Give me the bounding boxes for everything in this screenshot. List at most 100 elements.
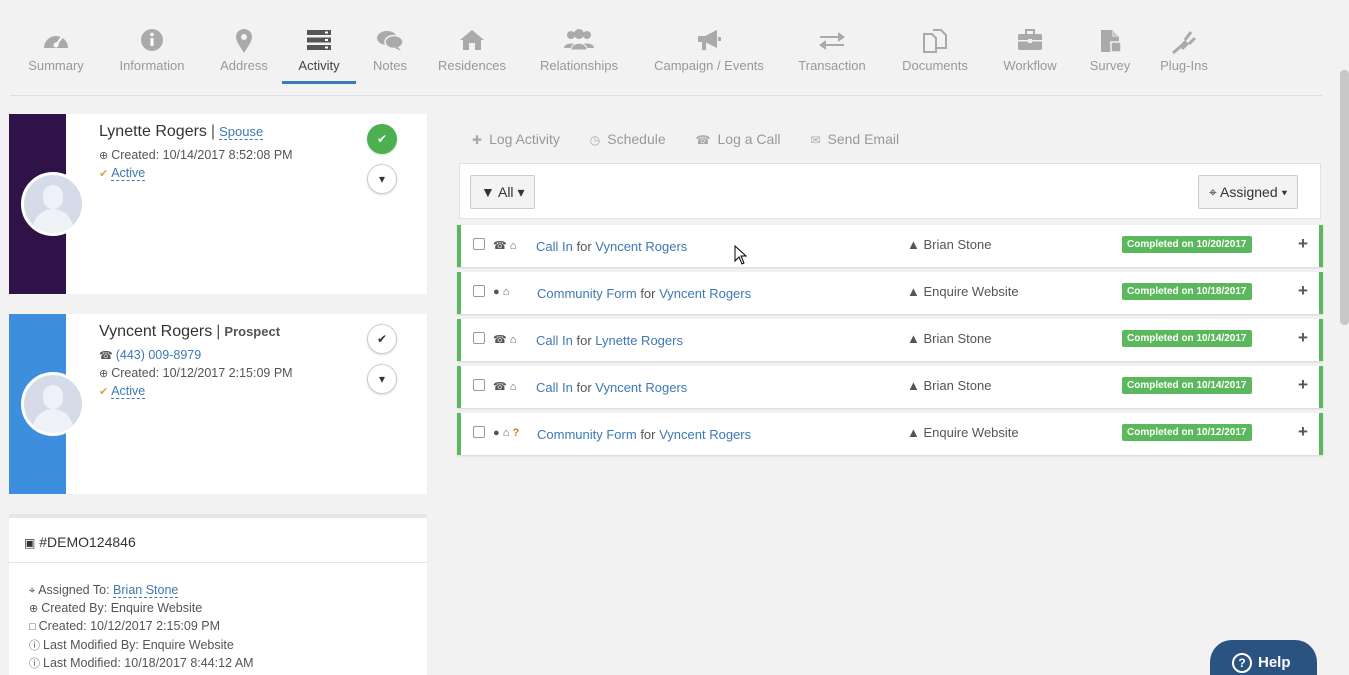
schedule-button[interactable]: ◷ Schedule — [590, 131, 666, 147]
caret-down-icon: ▾ — [378, 172, 386, 186]
question-icon: ? — [512, 427, 520, 439]
status-badge: Completed on 10/18/2017 — [1122, 283, 1252, 300]
tab-address[interactable]: Address — [218, 28, 270, 84]
primary-check-button[interactable]: ✔ — [367, 324, 397, 354]
status-badge: Completed on 10/14/2017 — [1122, 330, 1252, 347]
tab-notes[interactable]: Notes — [368, 28, 412, 84]
activity-actions: ✚ Log Activity ◷ Schedule ☎ Log a Call ✉ Sen… — [472, 131, 925, 147]
table-row[interactable]: ● ⌂ Community Form for Vyncent Rogers ▲ … — [457, 272, 1323, 314]
tab-transaction[interactable]: Transaction — [794, 28, 870, 84]
activity-user: ▲ Enquire Website — [907, 284, 1019, 299]
activity-contact-link[interactable]: Vyncent Rogers — [595, 239, 687, 254]
expand-row-button[interactable]: + — [1298, 422, 1308, 442]
assigned-user-link[interactable]: Brian Stone — [113, 583, 179, 598]
plug-icon — [1156, 28, 1212, 58]
phone-icon: ☎ — [99, 350, 113, 362]
table-row[interactable]: ☎ ⌂ Call In for Lynette Rogers ▲ Brian S… — [457, 319, 1323, 361]
row-type-icons: ☎ ⌂ — [493, 239, 516, 252]
activity-title: Call In for Vyncent Rogers — [536, 380, 688, 395]
contact-name-line: Vyncent Rogers | Prospect — [99, 323, 281, 340]
activity-contact-link[interactable]: Vyncent Rogers — [659, 427, 751, 442]
survey-icon — [1086, 28, 1134, 58]
home-icon: ⌂ — [502, 286, 510, 298]
comments-icon — [368, 28, 412, 58]
crosshairs-icon: ⌖ — [1209, 184, 1217, 200]
tab-summary[interactable]: Summary — [26, 28, 86, 84]
info-icon: ⓘ — [29, 658, 40, 670]
case-created-by: ⊕ Created By: Enquire Website — [29, 601, 203, 615]
tab-relationships[interactable]: Relationships — [536, 28, 622, 84]
log-call-button[interactable]: ☎ Log a Call — [696, 131, 781, 147]
activity-user: ▲ Enquire Website — [907, 425, 1019, 440]
briefcase-icon: ▣ — [24, 536, 36, 550]
filter-all-dropdown[interactable]: ▼ All ▾ — [470, 175, 536, 209]
row-checkbox[interactable] — [473, 332, 485, 344]
table-row[interactable]: ● ⌂ ? Community Form for Vyncent Rogers … — [457, 413, 1323, 455]
activity-type-link[interactable]: Call In — [536, 239, 573, 254]
table-row[interactable]: ☎ ⌂ Call In for Vyncent Rogers ▲ Brian S… — [457, 225, 1323, 267]
exchange-icon — [794, 28, 870, 58]
info-icon — [114, 28, 190, 58]
activity-title: Community Form for Vyncent Rogers — [537, 427, 752, 442]
row-checkbox[interactable] — [473, 426, 485, 438]
activity-contact-link[interactable]: Vyncent Rogers — [659, 286, 751, 301]
caret-down-icon: ▾ — [1281, 184, 1288, 200]
tab-survey[interactable]: Survey — [1086, 28, 1134, 84]
contact-role-link[interactable]: Spouse — [219, 124, 264, 140]
primary-check-button[interactable]: ✔ — [367, 124, 397, 154]
tab-workflow[interactable]: Workflow — [998, 28, 1062, 84]
check-icon: ✔ — [376, 332, 388, 346]
activity-title: Community Form for Vyncent Rogers — [537, 286, 752, 301]
filter-icon: ▼ — [481, 184, 495, 200]
activity-type-link[interactable]: Call In — [536, 380, 573, 395]
phone-link[interactable]: (443) 009-8979 — [116, 348, 201, 362]
row-type-icons: ☎ ⌂ — [493, 380, 516, 393]
activity-contact-link[interactable]: Vyncent Rogers — [595, 380, 687, 395]
tab-activity[interactable]: Activity — [282, 28, 356, 84]
tab-documents[interactable]: Documents — [898, 28, 972, 84]
activity-type-link[interactable]: Call In — [536, 333, 573, 348]
phone-icon: ☎ — [493, 334, 507, 346]
activity-type-link[interactable]: Community Form — [537, 427, 637, 442]
activity-filter-bar: ▼ All ▾ ⌖ Assigned ▾ — [459, 163, 1321, 219]
tab-plug-ins[interactable]: Plug-Ins — [1156, 28, 1212, 84]
table-row[interactable]: ☎ ⌂ Call In for Vyncent Rogers ▲ Brian S… — [457, 366, 1323, 408]
status-badge: Completed on 10/14/2017 — [1122, 377, 1252, 394]
globe-icon: ● — [493, 286, 500, 298]
contact-menu-button[interactable]: ▾ — [367, 364, 397, 394]
plus-circle-icon: ⊕ — [29, 603, 39, 615]
row-checkbox[interactable] — [473, 238, 485, 250]
user-icon: ▲ — [907, 378, 920, 393]
help-button[interactable]: ? Help — [1210, 640, 1317, 675]
contact-menu-button[interactable]: ▾ — [367, 164, 397, 194]
user-icon: ▲ — [907, 284, 920, 299]
case-header: ▣ #DEMO124846 — [9, 518, 427, 563]
status-link[interactable]: Active — [111, 166, 146, 181]
expand-row-button[interactable]: + — [1298, 281, 1308, 301]
avatar — [21, 372, 85, 436]
expand-row-button[interactable]: + — [1298, 328, 1308, 348]
row-checkbox[interactable] — [473, 379, 485, 391]
assigned-dropdown[interactable]: ⌖ Assigned ▾ — [1198, 175, 1299, 209]
row-checkbox[interactable] — [473, 285, 485, 297]
contact-name: Vyncent Rogers — [99, 323, 213, 340]
expand-row-button[interactable]: + — [1298, 234, 1308, 254]
user-icon: ▲ — [907, 425, 920, 440]
tab-residences[interactable]: Residences — [436, 28, 508, 84]
send-email-button[interactable]: ✉ Send Email — [810, 131, 899, 147]
activity-user: ▲ Brian Stone — [907, 331, 992, 346]
bullhorn-icon — [650, 28, 768, 58]
tab-information[interactable]: Information — [114, 28, 190, 84]
activity-type-link[interactable]: Community Form — [537, 286, 637, 301]
contact-name: Lynette Rogers — [99, 123, 207, 140]
expand-row-button[interactable]: + — [1298, 375, 1308, 395]
log-activity-button[interactable]: ✚ Log Activity — [472, 131, 560, 147]
caret-down-icon: ▾ — [517, 184, 525, 200]
contact-created: ⊕ Created: 10/12/2017 2:15:09 PM — [99, 366, 293, 380]
tab-campaign-events[interactable]: Campaign / Events — [650, 28, 768, 84]
page-scrollbar[interactable] — [1340, 70, 1349, 325]
question-circle-icon: ? — [1232, 653, 1252, 673]
activity-contact-link[interactable]: Lynette Rogers — [595, 333, 683, 348]
plus-circle-icon: ⊕ — [99, 150, 109, 162]
status-link[interactable]: Active — [111, 384, 146, 399]
